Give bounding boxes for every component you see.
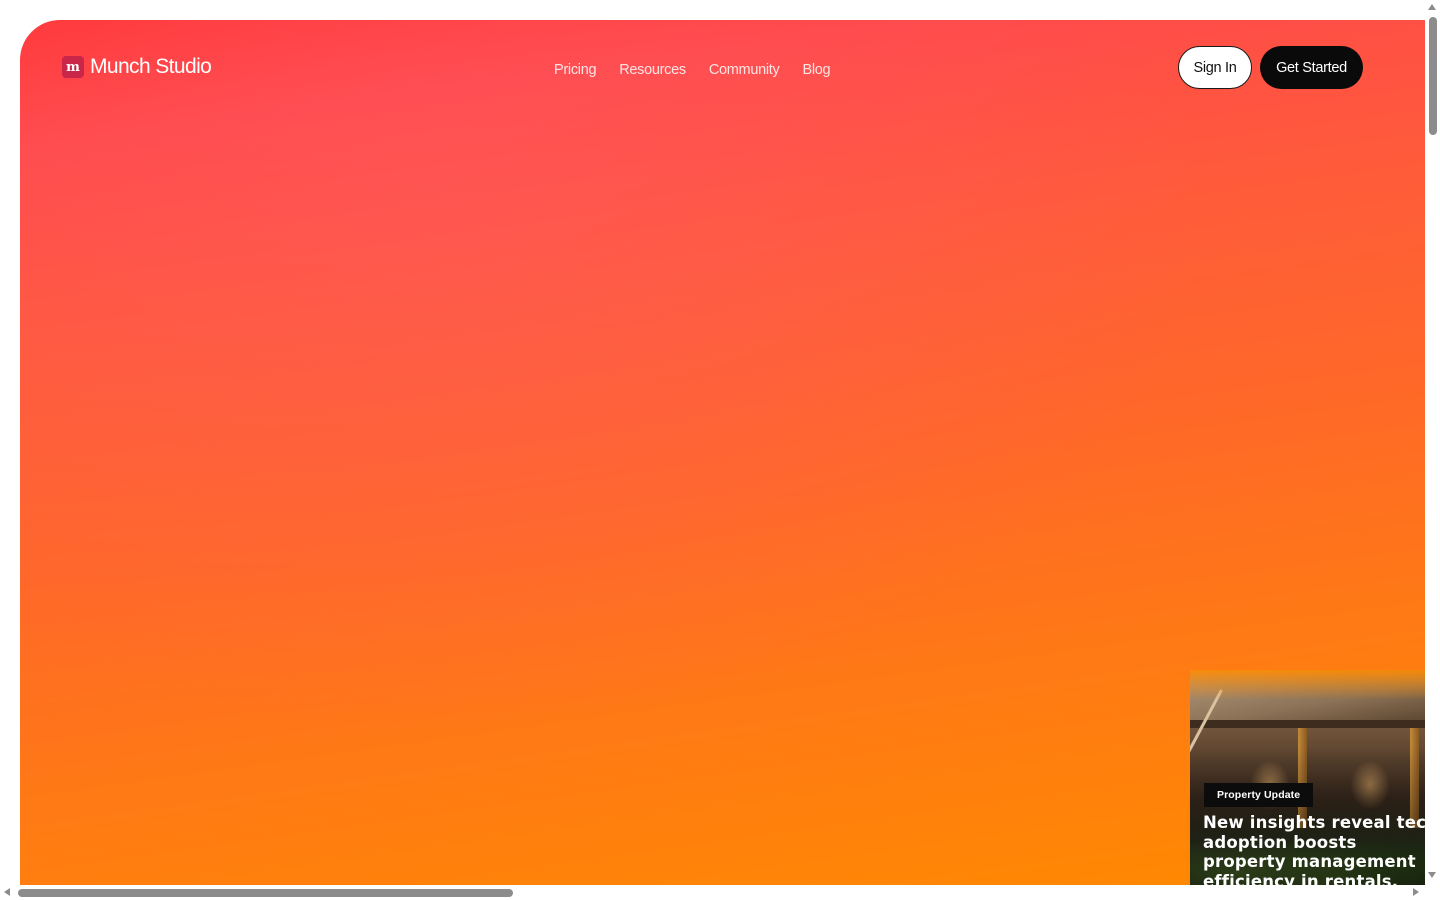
brand-name: Munch Studio [90,55,212,78]
main-nav: Pricing Resources Community Blog [554,60,831,80]
card-badge: Property Update [1204,783,1314,807]
nav-link-community[interactable]: Community [709,62,780,78]
nav-link-blog[interactable]: Blog [802,62,830,78]
get-started-button[interactable]: Get Started [1260,46,1363,89]
page-viewport: m Munch Studio Pricing Resources Communi… [0,0,1440,900]
brand-logo[interactable]: m Munch Studio [62,55,212,79]
nav-link-resources[interactable]: Resources [619,62,686,78]
scroll-up-arrow-icon[interactable] [1428,4,1436,10]
horizontal-scrollbar[interactable] [0,885,1440,900]
brand-mark-icon: m [62,56,84,78]
card-title: New insights reveal tech adoption boosts… [1203,813,1425,885]
vertical-scrollbar[interactable] [1425,0,1440,885]
vertical-scroll-thumb[interactable] [1429,17,1437,135]
hero-section: m Munch Studio Pricing Resources Communi… [20,20,1425,885]
horizontal-scroll-thumb[interactable] [18,889,513,897]
scroll-right-arrow-icon[interactable] [1413,888,1419,896]
scroll-down-arrow-icon[interactable] [1428,872,1436,878]
scroll-left-arrow-icon[interactable] [4,888,10,896]
news-card[interactable]: Property Update New insights reveal tech… [1190,670,1425,885]
nav-link-pricing[interactable]: Pricing [554,62,597,78]
sign-in-button[interactable]: Sign In [1178,46,1252,89]
